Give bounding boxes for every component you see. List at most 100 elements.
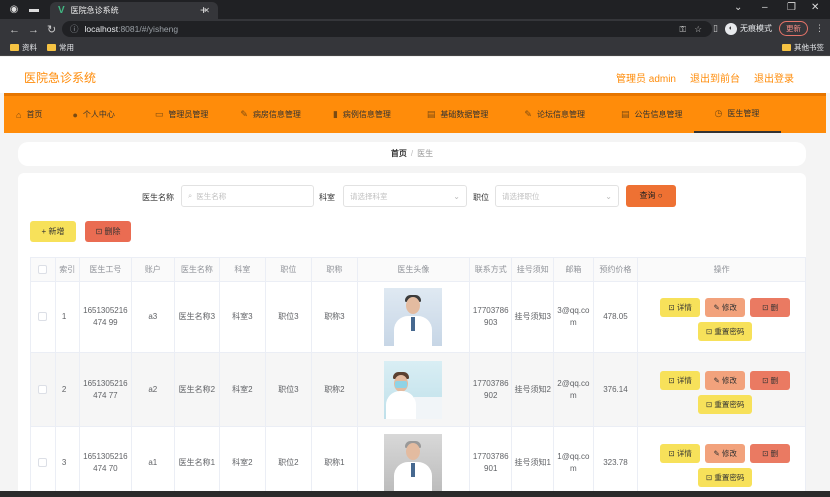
menu-icon[interactable]: ⋮ xyxy=(815,23,824,34)
doctor-name-input[interactable]: ⌕ 医生名称 xyxy=(181,185,314,207)
current-user: 管理员 admin xyxy=(615,74,676,85)
doctor-avatar[interactable] xyxy=(384,360,443,419)
cell-doctor-name: 医生名称2 xyxy=(173,352,221,427)
cell-doctor-code: 1651305216474 99 xyxy=(78,281,133,353)
remove-button[interactable]: ⊡ 删 xyxy=(750,298,791,317)
row-checkbox[interactable] xyxy=(38,312,48,322)
info-icon[interactable]: ⓘ xyxy=(70,23,79,35)
col-doctor-name: 医生名称 xyxy=(173,257,221,282)
table-row[interactable]: 1 1651305216474 99 a3 医生名称3 科室3 职位3 职称3 … xyxy=(30,281,806,353)
doctor-name-label: 医生名称 xyxy=(142,193,174,202)
edit-icon: ✎ xyxy=(524,109,532,119)
edit-button[interactable]: ✎ 修改 xyxy=(705,443,746,463)
update-button[interactable]: 更新 xyxy=(779,21,808,36)
clock-icon: ◷ xyxy=(714,108,723,118)
admin-icon: ▭ xyxy=(154,109,164,119)
star-icon[interactable]: ☆ xyxy=(694,24,702,35)
reload-icon[interactable]: ↻ xyxy=(47,23,57,36)
remove-button[interactable]: ⊡ 删 xyxy=(750,443,791,463)
position-select[interactable]: 请选择职位 ⌄ xyxy=(495,185,619,207)
minimize-icon[interactable]: – xyxy=(762,2,768,13)
window-close-icon[interactable]: ✕ xyxy=(811,2,819,13)
bookmark-label: 其他书签 xyxy=(794,43,824,52)
window-icon[interactable]: ▬ xyxy=(28,4,40,16)
menu-label: 管理员管理 xyxy=(168,110,209,119)
menu-item-forum[interactable]: ✎ 论坛信息管理 xyxy=(500,96,597,133)
bookmark-folder-2[interactable]: 常用 xyxy=(47,42,74,53)
reset-password-button[interactable]: ⊡ 重置密码 xyxy=(698,394,753,414)
bookmark-label: 资料 xyxy=(22,43,37,52)
exit-to-front-link[interactable]: 退出到前台 xyxy=(690,70,740,85)
detail-button[interactable]: ⊡ 详情 xyxy=(660,298,701,317)
department-label: 科室 xyxy=(319,193,335,202)
row-select-cell[interactable] xyxy=(30,426,56,497)
row-select-cell[interactable] xyxy=(30,352,56,427)
breadcrumb-home[interactable]: 首页 xyxy=(391,149,407,158)
list-icon: ▤ xyxy=(426,109,436,119)
col-avatar: 医生头像 xyxy=(356,257,470,282)
query-button[interactable]: 查询 ○ xyxy=(626,185,676,207)
table-row[interactable]: 3 1651305216474 70 a1 医生名称1 科室2 职位2 职称1 … xyxy=(30,426,806,497)
menu-item-admin[interactable]: ▭ 管理员管理 xyxy=(127,96,221,133)
edit-button[interactable]: ✎ 修改 xyxy=(705,370,746,390)
remove-button[interactable]: ⊡ 删 xyxy=(750,370,791,390)
reset-password-button[interactable]: ⊡ 重置密码 xyxy=(698,467,753,487)
select-all-checkbox[interactable] xyxy=(38,265,48,275)
tab-title: 医院急诊系统 xyxy=(70,6,119,15)
cell-contact: 17703786901 xyxy=(468,426,513,497)
cell-index: 2 xyxy=(54,352,80,427)
cell-contact: 17703786903 xyxy=(468,281,513,353)
edit-icon: ✎ xyxy=(240,109,248,119)
incognito-indicator[interactable]: ◐ 无痕模式 xyxy=(725,22,772,35)
menu-item-basic-data[interactable]: ▤ 基础数据管理 xyxy=(403,96,501,133)
menu-label: 医生管理 xyxy=(727,109,760,118)
cell-account: a3 xyxy=(131,281,175,353)
other-bookmarks[interactable]: 其他书签 xyxy=(782,42,824,53)
logout-link[interactable]: 退出登录 xyxy=(754,70,794,85)
table-row[interactable]: 2 1651305216474 77 a2 医生名称2 科室2 职位3 职称2 … xyxy=(30,352,806,427)
department-select[interactable]: 请选择科室 ⌄ xyxy=(343,185,467,207)
chrome-icon[interactable]: ◉ xyxy=(8,4,20,16)
bookmark-folder-1[interactable]: 资料 xyxy=(10,42,37,53)
select-all-cell[interactable] xyxy=(30,257,56,282)
back-icon[interactable]: ← xyxy=(9,24,20,36)
menu-item-doctor[interactable]: ◷ 医生管理 xyxy=(694,96,782,133)
menu-item-notice[interactable]: ▤ 公告信息管理 xyxy=(597,96,695,133)
menu-label: 个人中心 xyxy=(82,110,115,119)
edit-button[interactable]: ✎ 修改 xyxy=(705,298,746,317)
key-icon[interactable]: ⚿ xyxy=(680,24,686,35)
col-doctor-code: 医生工号 xyxy=(78,257,133,282)
search-icon: ⌕ xyxy=(188,191,193,200)
menu-label: 病例信息管理 xyxy=(342,110,391,119)
row-checkbox[interactable] xyxy=(38,384,48,394)
cell-position: 职位2 xyxy=(264,426,313,497)
detail-button[interactable]: ⊡ 详情 xyxy=(660,443,701,463)
add-button[interactable]: + 新增 xyxy=(30,221,76,242)
reset-password-button[interactable]: ⊡ 重置密码 xyxy=(698,322,753,341)
doctor-avatar[interactable] xyxy=(384,433,443,492)
folder-icon xyxy=(10,44,19,51)
app-header: 医院急诊系统 管理员 admin 退出到前台 退出登录 xyxy=(0,57,830,93)
menu-item-ward[interactable]: ✎ 病房信息管理 xyxy=(220,96,313,133)
app-root: 医院急诊系统 管理员 admin 退出到前台 退出登录 ⌂ 首页 ● 个人中心 ▭ 管… xyxy=(0,57,830,497)
row-checkbox[interactable] xyxy=(38,457,48,467)
menu-item-profile[interactable]: ● 个人中心 xyxy=(54,96,126,133)
address-bar[interactable]: ⓘ localhost :8081/#/yisheng ⚿ ☆ xyxy=(62,21,712,37)
browser-tab[interactable]: V 医院急诊系统 ✕ xyxy=(50,2,218,19)
new-tab-icon[interactable]: + xyxy=(200,3,207,17)
chevron-down-icon: ⌄ xyxy=(605,191,612,201)
incognito-icon: ◐ xyxy=(725,22,737,35)
menu-item-home[interactable]: ⌂ 首页 xyxy=(4,96,54,133)
restore-icon[interactable]: ❐ xyxy=(787,2,796,13)
forward-icon[interactable]: → xyxy=(28,24,39,36)
chevron-down-icon[interactable]: ⌄ xyxy=(734,2,742,13)
doctor-avatar[interactable] xyxy=(384,288,443,346)
delete-button[interactable]: ⊡ 删除 xyxy=(85,221,131,242)
folder-icon xyxy=(782,44,791,51)
menu-item-case[interactable]: ▮ 病例信息管理 xyxy=(313,96,403,133)
user-icon: ● xyxy=(72,109,78,120)
sidepanel-icon[interactable]: ▯ xyxy=(713,23,718,34)
detail-button[interactable]: ⊡ 详情 xyxy=(660,370,701,390)
cell-department: 科室3 xyxy=(219,281,266,353)
row-select-cell[interactable] xyxy=(30,281,56,353)
